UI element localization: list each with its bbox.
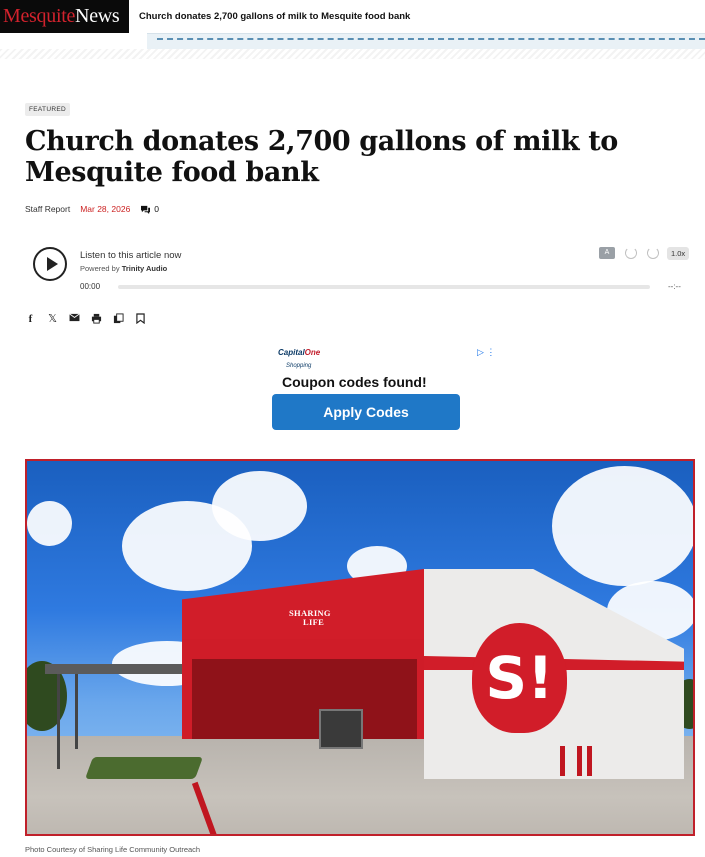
cloud xyxy=(552,466,693,586)
publish-date: Mar 28, 2026 xyxy=(80,204,131,214)
comments-link[interactable]: 0 xyxy=(140,204,159,214)
ad-headline: Coupon codes found! xyxy=(282,374,427,390)
current-time: 00:00 xyxy=(80,282,101,291)
entrance-door xyxy=(319,709,363,749)
logo-text-mesquite: Mesquite xyxy=(3,5,76,27)
playback-speed-button[interactable]: 1.0x xyxy=(667,247,690,260)
cloud xyxy=(27,501,72,546)
building-sign: SHARING LIFE xyxy=(289,608,331,627)
featured-image[interactable]: S! SHARING LIFE xyxy=(25,459,695,836)
print-icon[interactable] xyxy=(91,313,102,325)
sharing-life-emblem: S! xyxy=(472,623,567,733)
share-toolbar: f 𝕏 xyxy=(25,313,146,325)
logo-text-news: News xyxy=(75,5,120,27)
article-meta: Staff Report Mar 28, 2026 0 xyxy=(25,204,159,214)
author-link[interactable]: Staff Report xyxy=(25,204,70,214)
x-icon[interactable]: 𝕏 xyxy=(47,313,58,325)
image-caption: Photo Courtesy of Sharing Life Community… xyxy=(25,845,201,854)
bookmark-icon[interactable] xyxy=(135,313,146,325)
bollard xyxy=(560,746,565,776)
article-title: Church donates 2,700 gallons of milk to … xyxy=(25,126,618,188)
capitalone-logo: CapitalOne xyxy=(278,348,321,357)
advertisement[interactable]: CapitalOne Shopping ▷ ⋮ Coupon codes fou… xyxy=(270,344,498,434)
ad-brand-sub: Shopping xyxy=(286,363,312,369)
apply-codes-button[interactable]: Apply Codes xyxy=(272,394,460,430)
play-button[interactable] xyxy=(33,247,67,281)
copy-icon[interactable] xyxy=(113,313,124,325)
top-bar: Mesquite News Church donates 2,700 gallon… xyxy=(0,0,705,34)
header-divider xyxy=(0,49,705,59)
total-time: --:-- xyxy=(668,282,681,291)
cloud xyxy=(212,471,307,541)
canopy-post xyxy=(57,674,60,769)
adchoices-icon[interactable]: ▷ ⋮ xyxy=(477,347,495,358)
site-logo[interactable]: Mesquite News xyxy=(0,0,129,33)
powered-by: Powered by Trinity Audio xyxy=(80,264,167,273)
category-badge[interactable]: FEATURED xyxy=(25,103,70,116)
powered-prefix: Powered by xyxy=(80,264,120,273)
powered-brand[interactable]: Trinity Audio xyxy=(122,264,168,273)
audio-player: Listen to this article now Powered by Tr… xyxy=(25,241,695,296)
bollard xyxy=(587,746,592,776)
facebook-icon[interactable]: f xyxy=(25,313,36,325)
entrance-overhang xyxy=(192,659,417,739)
comment-count: 0 xyxy=(154,204,160,214)
comment-icon xyxy=(141,205,151,214)
listen-label: Listen to this article now xyxy=(80,250,182,261)
forward-icon[interactable] xyxy=(647,247,659,259)
grass-median xyxy=(84,757,204,779)
email-icon[interactable] xyxy=(69,313,80,325)
canopy-post xyxy=(75,674,78,749)
top-ad-banner[interactable] xyxy=(147,33,705,49)
translate-icon[interactable]: A xyxy=(599,247,615,259)
ad-dashed-border xyxy=(157,34,705,40)
bollard xyxy=(577,746,582,776)
sticky-headline: Church donates 2,700 gallons of milk to … xyxy=(139,11,411,22)
audio-progress-bar[interactable] xyxy=(118,285,650,289)
rewind-icon[interactable] xyxy=(625,247,637,259)
